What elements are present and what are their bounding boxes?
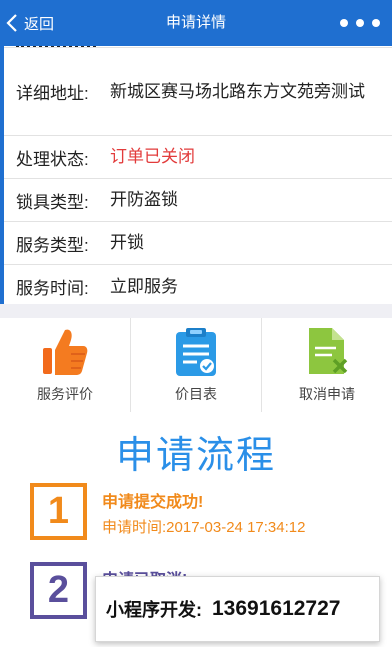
service-time-value: 立即服务 bbox=[110, 276, 178, 296]
service-time-row: 服务时间: 立即服务 bbox=[4, 265, 392, 304]
promo-phone: 13691612727 bbox=[212, 597, 341, 620]
back-button[interactable]: 返回 bbox=[6, 0, 54, 46]
app-screen: 返回 申请详情 详细地址: 新城区赛马场北路东方文苑旁测试 处理状态: 订单已关… bbox=[0, 0, 392, 647]
dot-icon bbox=[372, 19, 380, 27]
step-1-time: 申请时间:2017-03-24 17:34:12 bbox=[102, 519, 306, 536]
cancel-request-label: 取消申请 bbox=[299, 386, 355, 402]
status-value: 订单已关闭 bbox=[110, 147, 195, 166]
address-row: 详细地址: 新城区赛马场北路东方文苑旁测试 bbox=[4, 48, 392, 136]
lock-type-value: 开防盗锁 bbox=[110, 190, 178, 209]
dot-icon bbox=[356, 19, 364, 27]
thumbs-up-icon bbox=[43, 329, 88, 375]
promo-banner[interactable]: 小程序开发: 13691612727 bbox=[95, 576, 380, 642]
service-type-value: 开锁 bbox=[110, 233, 144, 252]
chevron-left-icon bbox=[6, 14, 17, 32]
promo-label: 小程序开发: bbox=[106, 600, 202, 620]
status-label: 处理状态: bbox=[16, 149, 89, 169]
lock-type-label: 锁具类型: bbox=[16, 192, 89, 212]
service-time-label: 服务时间: bbox=[16, 279, 89, 298]
action-bar: 服务评价 价目表 取消申请 bbox=[0, 318, 392, 412]
process-title: 申请流程 bbox=[115, 433, 276, 477]
price-list-label: 价目表 bbox=[175, 386, 217, 402]
price-list-button[interactable]: 价目表 bbox=[131, 318, 262, 412]
service-type-label: 服务类型: bbox=[16, 235, 89, 255]
service-rating-button[interactable]: 服务评价 bbox=[0, 318, 131, 412]
status-row: 处理状态: 订单已关闭 bbox=[4, 136, 392, 179]
step-1-title: 申请提交成功! bbox=[102, 494, 204, 511]
cancel-document-icon bbox=[309, 328, 348, 374]
step-1-number: 1 bbox=[30, 483, 87, 540]
service-type-row: 服务类型: 开锁 bbox=[4, 222, 392, 265]
address-label: 详细地址: bbox=[16, 84, 89, 103]
page-title: 申请详情 bbox=[165, 14, 226, 31]
cancel-request-button[interactable]: 取消申请 bbox=[262, 318, 392, 412]
dot-icon bbox=[340, 19, 348, 27]
address-value: 新城区赛马场北路东方文苑旁测试 bbox=[110, 81, 365, 101]
back-label: 返回 bbox=[24, 15, 55, 33]
order-info-list: 详细地址: 新城区赛马场北路东方文苑旁测试 处理状态: 订单已关闭 锁具类型: … bbox=[0, 46, 392, 304]
step-2-number: 2 bbox=[30, 562, 87, 619]
clipboard-check-icon bbox=[176, 328, 216, 376]
nav-bar: 返回 申请详情 bbox=[0, 0, 392, 46]
more-options-button[interactable] bbox=[340, 14, 380, 32]
lock-type-row: 锁具类型: 开防盗锁 bbox=[4, 179, 392, 222]
service-rating-label: 服务评价 bbox=[37, 386, 93, 402]
